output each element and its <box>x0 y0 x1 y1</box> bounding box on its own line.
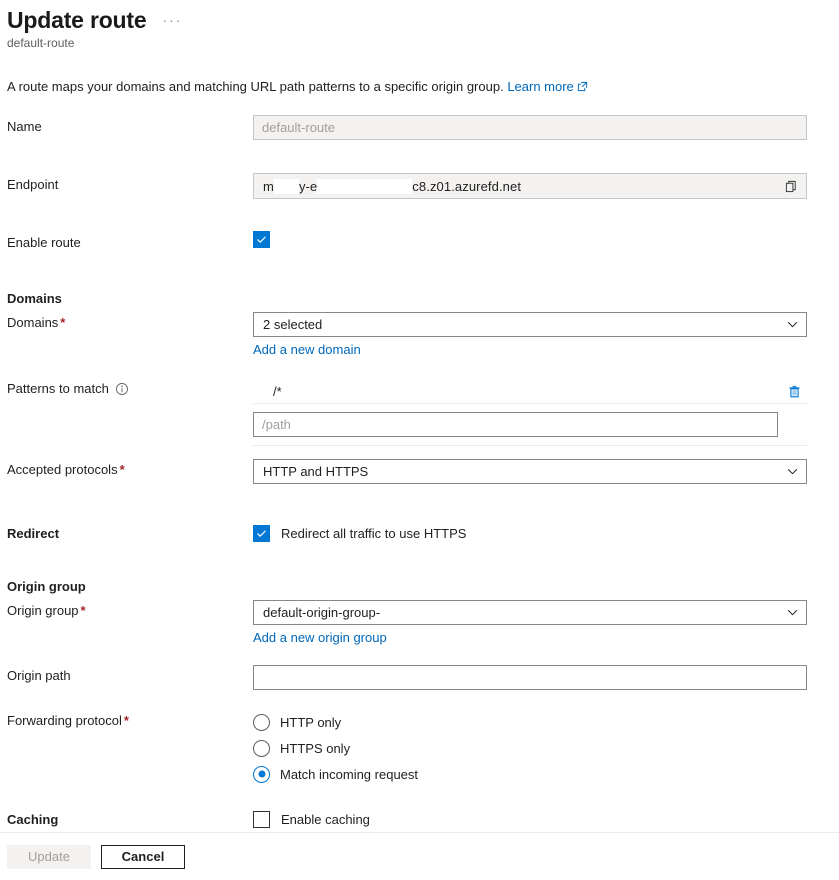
origin-path-label-text: Origin path <box>7 668 71 683</box>
title-row: Update route ··· <box>7 6 839 34</box>
redaction-block <box>317 178 413 194</box>
radio-option-https-only[interactable]: HTTPS only <box>253 735 807 761</box>
enable-caching-checkbox[interactable] <box>253 811 270 828</box>
chevron-down-icon <box>787 469 798 475</box>
enable-route-label: Enable route <box>7 231 253 250</box>
redirect-label: Redirect <box>7 525 253 541</box>
redirect-checkbox-label: Redirect all traffic to use HTTPS <box>281 526 467 541</box>
field-row-accepted-protocols: Accepted protocols * HTTP and HTTPS <box>0 459 839 484</box>
required-marker: * <box>119 462 125 477</box>
redaction-block <box>273 178 299 194</box>
enable-route-checkbox[interactable] <box>253 231 270 248</box>
domains-label-text: Domains <box>7 315 59 330</box>
radio-label: Match incoming request <box>280 766 419 782</box>
patterns-label: Patterns to match <box>7 379 253 396</box>
pattern-new-row: /path <box>253 404 807 446</box>
name-label-text: Name <box>7 119 42 134</box>
endpoint-middle: y-e <box>298 178 318 194</box>
redirect-label-text: Redirect <box>7 526 60 541</box>
field-row-endpoint: Endpoint m y-e c8.z01.azurefd.net <box>0 173 839 199</box>
origin-group-section-heading: Origin group <box>7 579 86 594</box>
description-sentence: A route maps your domains and matching U… <box>7 79 504 94</box>
required-marker: * <box>80 603 86 618</box>
description-text: A route maps your domains and matching U… <box>7 78 839 97</box>
external-link-icon <box>577 79 588 97</box>
radio-option-match-incoming-request[interactable]: Match incoming request <box>253 761 807 787</box>
page-header: Update route ··· default-route <box>0 0 839 50</box>
field-row-origin-group: Origin group * default-origin-group- Add … <box>0 600 839 645</box>
origin-path-input[interactable] <box>253 665 807 690</box>
forwarding-protocol-label: Forwarding protocol * <box>7 709 253 728</box>
radio-label: HTTPS only <box>280 740 351 756</box>
forwarding-protocol-label-text: Forwarding protocol <box>7 713 122 728</box>
required-marker: * <box>60 315 66 330</box>
redirect-checkbox[interactable] <box>253 525 270 542</box>
endpoint-prefix: m <box>263 178 274 194</box>
caching-label: Caching <box>7 811 253 827</box>
endpoint-value: m y-e c8.z01.azurefd.net <box>263 178 522 194</box>
endpoint-label-text: Endpoint <box>7 177 59 192</box>
accepted-protocols-value: HTTP and HTTPS <box>263 464 369 479</box>
field-row-origin-path: Origin path <box>0 665 839 690</box>
field-row-redirect: Redirect Redirect all traffic to use HTT… <box>0 525 839 542</box>
add-new-domain-link[interactable]: Add a new domain <box>253 342 361 357</box>
radio-button[interactable] <box>253 739 270 757</box>
domains-label: Domains * <box>7 312 253 330</box>
add-new-origin-group-link[interactable]: Add a new origin group <box>253 630 387 645</box>
radio-option-http-only[interactable]: HTTP only <box>253 709 807 735</box>
patterns-list: /* /path <box>253 379 807 446</box>
endpoint-input[interactable]: m y-e c8.z01.azurefd.net <box>253 173 807 199</box>
route-form: Name default-route Endpoint m y-e c8.z01.a… <box>0 115 839 828</box>
chevron-down-icon <box>787 610 798 616</box>
field-row-enable-route: Enable route <box>0 231 839 250</box>
accepted-protocols-label-text: Accepted protocols <box>7 462 118 477</box>
chevron-down-icon <box>787 322 798 328</box>
field-row-forwarding-protocol: Forwarding protocol * HTTP only HTTPS onl… <box>0 709 839 787</box>
learn-more-link[interactable]: Learn more <box>507 79 573 94</box>
forwarding-protocol-radio-group: HTTP only HTTPS only Match incoming requ… <box>253 709 807 787</box>
page-title: Update route <box>7 7 147 33</box>
origin-group-label-text: Origin group <box>7 603 79 618</box>
name-value: default-route <box>262 120 335 135</box>
copy-icon[interactable] <box>782 177 800 195</box>
domains-dropdown[interactable]: 2 selected <box>253 312 807 337</box>
enable-route-label-text: Enable route <box>7 235 81 250</box>
footer-action-bar: Update Cancel <box>0 832 839 880</box>
pattern-new-placeholder: /path <box>262 417 291 432</box>
origin-group-dropdown[interactable]: default-origin-group- <box>253 600 807 625</box>
trash-icon[interactable] <box>784 381 804 401</box>
field-row-name: Name default-route <box>0 115 839 140</box>
origin-path-label: Origin path <box>7 665 253 683</box>
caching-label-text: Caching <box>7 812 59 827</box>
radio-label: HTTP only <box>280 714 342 730</box>
origin-group-value: default-origin-group- <box>263 605 381 620</box>
radio-button[interactable] <box>253 765 270 783</box>
info-icon[interactable] <box>115 382 129 396</box>
endpoint-suffix: c8.z01.azurefd.net <box>412 178 522 194</box>
accepted-protocols-label: Accepted protocols * <box>7 459 253 477</box>
name-label: Name <box>7 115 253 134</box>
cancel-button[interactable]: Cancel <box>101 844 185 869</box>
pattern-value: /* <box>273 383 282 399</box>
origin-group-label: Origin group * <box>7 600 253 618</box>
radio-button[interactable] <box>253 713 270 731</box>
update-button[interactable]: Update <box>7 844 91 869</box>
more-options-icon[interactable]: ··· <box>162 13 182 27</box>
patterns-label-text: Patterns to match <box>7 381 109 396</box>
domains-section-heading: Domains <box>7 291 62 306</box>
field-row-domains: Domains * 2 selected Add a new domain <box>0 312 839 357</box>
name-input[interactable]: default-route <box>253 115 807 140</box>
enable-caching-label: Enable caching <box>281 812 370 827</box>
redirect-checkbox-row[interactable]: Redirect all traffic to use HTTPS <box>253 525 807 542</box>
required-marker: * <box>123 713 129 728</box>
pattern-new-input[interactable]: /path <box>253 412 778 437</box>
endpoint-label: Endpoint <box>7 173 253 192</box>
page-subtitle: default-route <box>7 36 75 50</box>
caching-checkbox-row[interactable]: Enable caching <box>253 811 807 828</box>
domains-selected-value: 2 selected <box>263 317 323 332</box>
field-row-patterns: Patterns to match /* /path <box>0 379 839 446</box>
pattern-row: /* <box>253 379 807 404</box>
accepted-protocols-dropdown[interactable]: HTTP and HTTPS <box>253 459 807 484</box>
field-row-caching: Caching Enable caching <box>0 811 839 828</box>
